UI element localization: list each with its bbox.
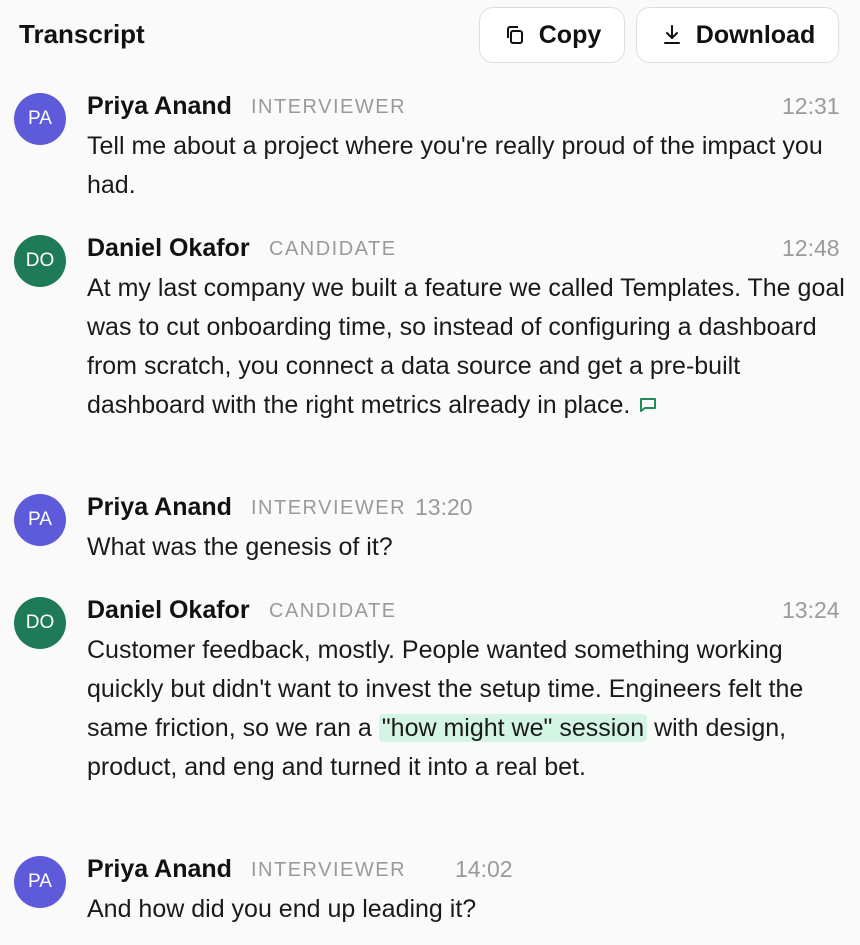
highlighted-phrase[interactable]: "how might we" session: [378, 714, 648, 742]
timestamp[interactable]: 13:24: [782, 597, 840, 623]
timestamp[interactable]: 12:48: [782, 235, 840, 261]
speaker-name: Priya Anand: [87, 493, 232, 521]
message-text-content: At my last company we built a feature we…: [87, 274, 845, 419]
timestamp[interactable]: 12:31: [782, 93, 840, 119]
message-text: And how did you end up leading it?: [87, 895, 477, 923]
avatar: PA: [14, 93, 66, 145]
download-icon: [663, 25, 680, 44]
message-text: What was the genesis of it?: [87, 533, 393, 561]
download-button[interactable]: Download: [636, 7, 839, 63]
speaker-name: Daniel Okafor: [87, 596, 250, 624]
page-title: Transcript: [19, 19, 145, 49]
avatar: PA: [14, 494, 66, 546]
download-label: Download: [695, 20, 816, 49]
speaker-name: Priya Anand: [87, 855, 232, 883]
speaker-role: CANDIDATE: [269, 238, 397, 260]
copy-label: Copy: [538, 20, 602, 49]
avatar: DO: [14, 235, 66, 287]
timestamp[interactable]: 13:20: [415, 494, 473, 520]
copy-button[interactable]: Copy: [479, 7, 625, 63]
message-text: Tell me about a project where you're rea…: [87, 132, 823, 199]
avatar: PA: [14, 856, 66, 908]
comment-icon[interactable]: [638, 395, 658, 415]
message-text: Customer feedback, mostly. People wanted…: [87, 631, 847, 787]
transcript-header: Transcript Copy Download: [0, 0, 860, 72]
speaker-name: Priya Anand: [87, 92, 232, 120]
speaker-role: CANDIDATE: [269, 600, 397, 622]
speaker-role: INTERVIEWER: [251, 859, 407, 881]
speaker-role: INTERVIEWER: [251, 96, 407, 118]
copy-icon: [506, 26, 523, 44]
message-text: At my last company we built a feature we…: [87, 269, 847, 425]
speaker-role: INTERVIEWER: [251, 497, 407, 519]
timestamp[interactable]: 14:02: [455, 856, 513, 882]
avatar: DO: [14, 597, 66, 649]
speaker-name: Daniel Okafor: [87, 234, 250, 262]
